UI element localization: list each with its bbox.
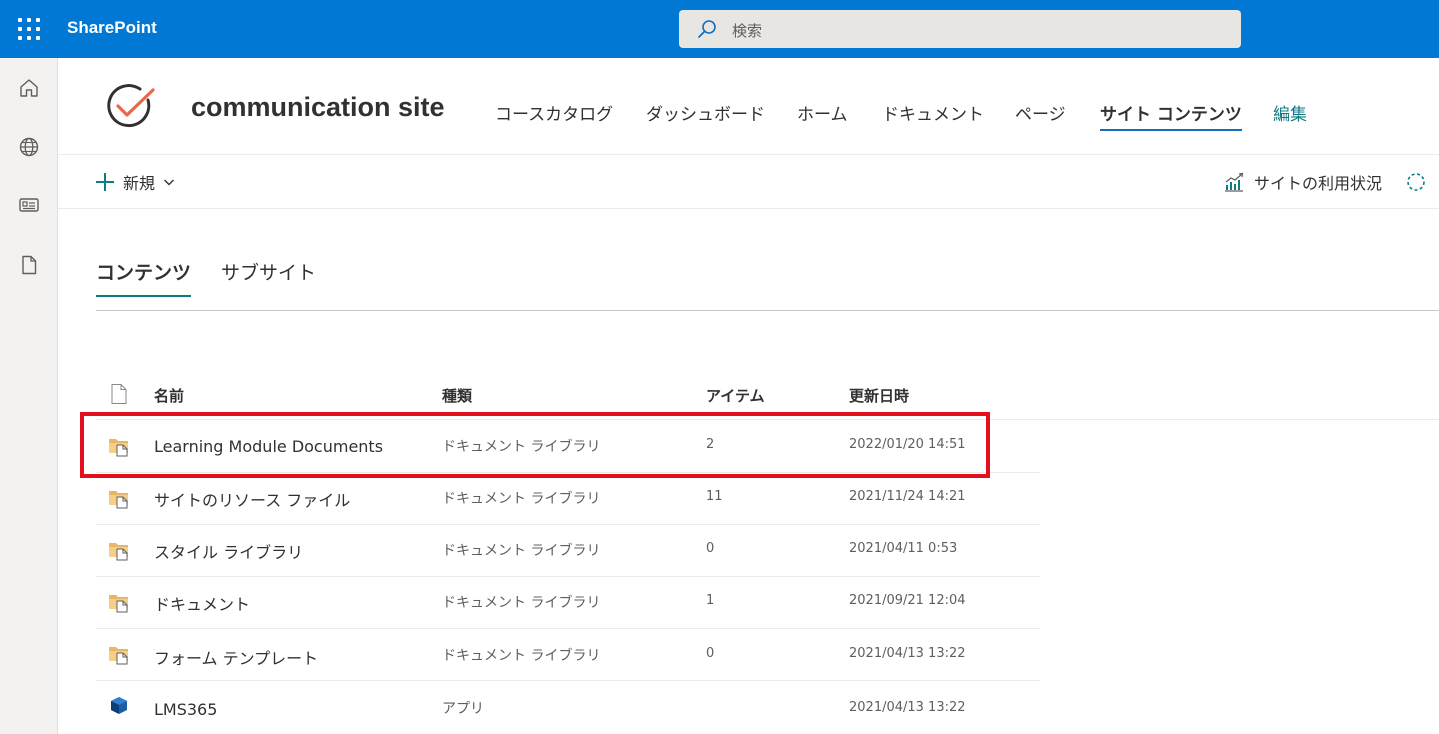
row-type: ドキュメント ライブラリ bbox=[442, 543, 601, 559]
nav-site-contents[interactable]: サイト コンテンツ bbox=[1100, 100, 1242, 131]
row-item-count: 0 bbox=[706, 541, 715, 556]
home-icon[interactable] bbox=[17, 76, 41, 100]
site-usage-button[interactable]: サイトの利用状況 bbox=[1223, 170, 1382, 194]
nav-home[interactable]: ホーム bbox=[797, 100, 848, 125]
nav-dashboard[interactable]: ダッシュボード bbox=[646, 100, 765, 125]
app-icon bbox=[111, 697, 127, 714]
globe-icon[interactable] bbox=[17, 135, 41, 159]
row-type: アプリ bbox=[442, 701, 484, 717]
row-name[interactable]: サイトのリソース ファイル bbox=[154, 487, 350, 511]
tab-contents[interactable]: コンテンツ bbox=[96, 258, 192, 297]
left-rail bbox=[0, 58, 58, 734]
command-bar-divider bbox=[58, 208, 1439, 209]
row-modified: 2021/04/11 0:53 bbox=[849, 541, 958, 556]
table-row[interactable]: ドキュメント ドキュメント ライブラリ 1 2021/09/21 12:04 bbox=[96, 577, 1040, 629]
library-icon bbox=[109, 543, 128, 561]
nav-edit-link[interactable]: 編集 bbox=[1273, 100, 1307, 125]
row-modified: 2021/11/24 14:21 bbox=[849, 489, 966, 504]
file-icon[interactable] bbox=[17, 253, 41, 277]
row-type: ドキュメント ライブラリ bbox=[442, 648, 601, 664]
row-name[interactable]: フォーム テンプレート bbox=[154, 645, 318, 669]
row-modified: 2021/04/13 13:22 bbox=[849, 700, 966, 715]
new-button[interactable]: 新規 bbox=[96, 170, 175, 194]
library-icon bbox=[109, 595, 128, 613]
search-placeholder: 検索 bbox=[732, 22, 763, 40]
table-row[interactable]: サイトのリソース ファイル ドキュメント ライブラリ 11 2021/11/24… bbox=[96, 473, 1040, 525]
row-item-count: 11 bbox=[706, 489, 723, 504]
header-divider bbox=[58, 154, 1439, 155]
file-type-icon[interactable] bbox=[110, 383, 128, 405]
table-row[interactable]: LMS365 アプリ 2021/04/13 13:22 bbox=[96, 681, 1040, 733]
row-modified: 2021/04/13 13:22 bbox=[849, 646, 966, 661]
row-name[interactable]: ドキュメント bbox=[154, 591, 250, 615]
suite-bar: SharePoint 検索 bbox=[0, 0, 1439, 58]
row-item-count: 1 bbox=[706, 593, 715, 608]
column-header-modified[interactable]: 更新日時 bbox=[849, 385, 909, 406]
search-icon bbox=[698, 20, 716, 38]
library-icon bbox=[109, 647, 128, 665]
app-name[interactable]: SharePoint bbox=[67, 18, 157, 38]
nav-pages[interactable]: ページ bbox=[1015, 100, 1066, 125]
analytics-icon bbox=[1225, 172, 1244, 192]
column-header-type[interactable]: 種類 bbox=[442, 385, 472, 406]
site-title[interactable]: communication site bbox=[191, 92, 445, 123]
tab-subsites[interactable]: サブサイト bbox=[221, 258, 316, 285]
row-type: ドキュメント ライブラリ bbox=[442, 491, 601, 507]
chevron-down-icon bbox=[164, 179, 175, 186]
table-row[interactable]: スタイル ライブラリ ドキュメント ライブラリ 0 2021/04/11 0:5… bbox=[96, 525, 1040, 577]
row-modified: 2021/09/21 12:04 bbox=[849, 593, 966, 608]
row-name[interactable]: スタイル ライブラリ bbox=[154, 539, 303, 563]
column-header-name[interactable]: 名前 bbox=[154, 385, 184, 406]
site-logo-icon[interactable] bbox=[104, 80, 156, 132]
app-launcher-icon[interactable] bbox=[18, 18, 40, 40]
library-icon bbox=[109, 491, 128, 509]
pivot-divider bbox=[96, 310, 1439, 311]
table-row[interactable]: フォーム テンプレート ドキュメント ライブラリ 0 2021/04/13 13… bbox=[96, 629, 1040, 681]
nav-documents[interactable]: ドキュメント bbox=[882, 100, 984, 125]
site-usage-label: サイトの利用状況 bbox=[1254, 174, 1383, 193]
row-name[interactable]: LMS365 bbox=[154, 700, 217, 719]
column-header-items[interactable]: アイテム bbox=[706, 385, 765, 406]
plus-icon bbox=[96, 173, 114, 191]
search-box[interactable]: 検索 bbox=[679, 10, 1241, 48]
recycle-icon[interactable] bbox=[1405, 171, 1427, 193]
row-item-count: 0 bbox=[706, 646, 715, 661]
news-icon[interactable] bbox=[17, 193, 41, 217]
new-button-label: 新規 bbox=[123, 174, 156, 193]
row-type: ドキュメント ライブラリ bbox=[442, 595, 601, 611]
highlight-box bbox=[80, 412, 990, 478]
nav-course-catalog[interactable]: コースカタログ bbox=[495, 100, 613, 125]
